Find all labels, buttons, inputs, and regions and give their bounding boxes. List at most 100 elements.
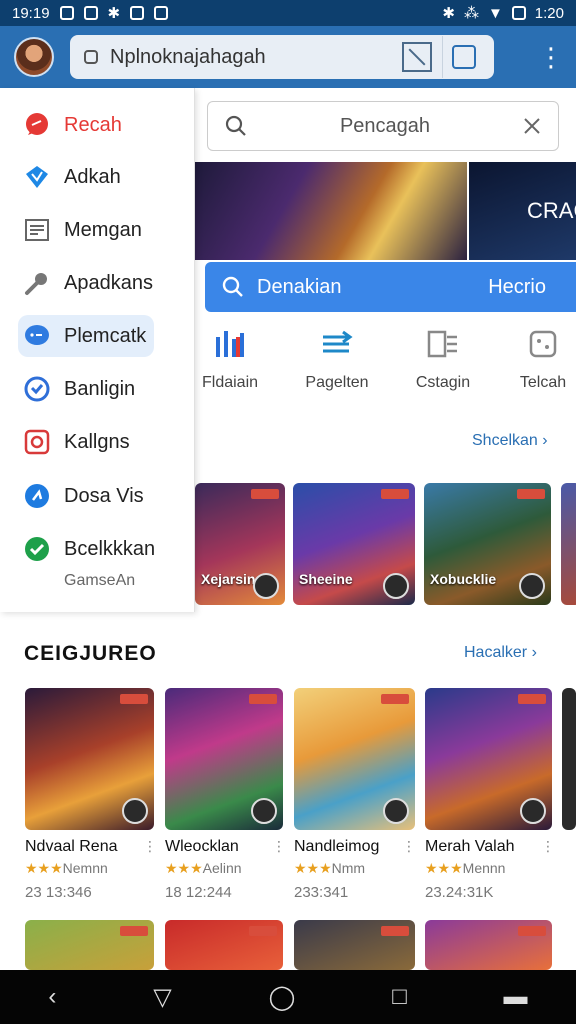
recents-icon[interactable]: ▬ [504,983,528,1011]
flag-icon [24,483,50,509]
game-count: 18 12:244 [165,884,232,901]
drawer-item-label: Adkah [64,165,121,188]
rating-text: Mennn [462,860,506,876]
dice-icon [498,326,576,362]
badge-icon [518,926,546,936]
game-name[interactable]: Merah Valah [425,838,515,856]
home-icon[interactable]: ◯ [269,983,296,1012]
rating-text: Nemnn [62,860,108,876]
game-name[interactable]: Nandleimog [294,838,379,856]
game-card[interactable] [25,920,154,970]
banner-image-2[interactable]: CRAC [469,162,576,260]
quick-link-label: Telcah [519,374,567,391]
drawer-item-5[interactable]: Banligin [18,368,154,410]
drawer-item-6[interactable]: Kallgns [18,421,154,463]
game-card[interactable]: Xejarsin [195,483,285,605]
see-more-link-2[interactable]: Hacalker › [464,644,537,662]
game-card[interactable] [165,920,283,970]
favorite-icon[interactable] [519,573,545,599]
chevron-right-icon: › [531,644,537,661]
main-content: Pencagah CRAC Denakian Hecrio Fldaiain P… [195,88,576,970]
status-right-time: 1:20 [534,4,564,22]
url-text[interactable]: Nplnoknajahagah [110,46,402,69]
drawer-item-8[interactable]: Bcelkkkan [18,528,155,570]
share-icon [451,45,476,69]
favorite-icon[interactable] [383,798,409,824]
avatar[interactable] [14,37,54,77]
favorite-icon[interactable] [251,798,277,824]
search-icon [222,276,243,297]
clear-icon[interactable] [522,116,542,136]
game-rating: ★★★Nemnn [25,860,108,877]
drawer-item-2[interactable]: Memgan [18,209,154,251]
search-field[interactable]: Pencagah [207,101,559,151]
game-card[interactable] [425,688,552,830]
hero-banner[interactable]: CRAC [195,162,576,260]
game-card[interactable] [425,920,552,970]
more-options-icon[interactable]: ⋮ [541,838,555,855]
game-card[interactable] [294,688,415,830]
more-options-icon[interactable]: ⋮ [402,838,416,855]
game-card[interactable]: Sheeine [293,483,415,605]
game-card-partial[interactable] [562,688,576,830]
quick-link-0[interactable]: Fldaiain [195,326,275,392]
quick-link-2[interactable]: Cstagin [398,326,488,392]
game-rating: ★★★Aelinn [165,860,242,877]
search-icon [225,115,246,136]
favorite-icon[interactable] [383,573,409,599]
game-name[interactable]: Ndvaal Rena [25,838,118,856]
game-card[interactable] [25,688,154,830]
tab-switch-icon[interactable] [402,42,432,72]
drawer-item-0[interactable]: Recah [18,104,154,146]
record-icon [24,429,50,455]
drawer-item-label: Kallgns [64,430,130,453]
game-card-title: Xejarsin [201,571,256,587]
badge-icon [517,489,545,499]
game-card[interactable]: Xobucklie [424,483,551,605]
drawer-item-label: Plemcatk [64,324,147,347]
vibrate-icon: ⁂ [463,5,479,22]
badge-icon [120,694,148,704]
drawer-item-label: Recah [64,113,122,136]
game-card-title: Sheeine [299,571,353,587]
favorite-icon[interactable] [122,798,148,824]
game-card[interactable] [294,920,415,970]
favorite-icon[interactable] [253,573,279,599]
see-more-label: Shcelkan [472,432,538,449]
game-card-partial[interactable] [561,483,576,605]
quick-link-1[interactable]: Pagelten [292,326,382,392]
lock-icon [84,50,98,64]
quick-link-label: Pagelten [305,374,369,391]
quick-link-3[interactable]: Telcah [498,326,576,392]
stars-icon: ★★★ [294,860,332,876]
search-action-bar[interactable]: Denakian Hecrio [205,262,576,312]
game-name[interactable]: Wleocklan [165,838,239,856]
status-time: 19:19 [12,4,50,22]
drawer-item-7[interactable]: Dosa Vis [18,475,154,517]
drawer-subtitle: GamseAn [64,572,136,589]
banner-image[interactable] [195,162,467,260]
drawer-item-1[interactable]: Adkah [18,156,154,198]
drawer-item-4[interactable]: Plemcatk [18,315,154,357]
triangle-icon[interactable]: ▽ [153,983,171,1012]
favorite-icon[interactable] [520,798,546,824]
back-icon[interactable]: ‹ [48,983,56,1011]
checklist-icon [398,326,488,362]
browser-toolbar: Nplnoknajahagah ⋮ [0,26,576,88]
game-count: 23.24:31K [425,884,494,901]
square-icon[interactable]: □ [392,983,407,1011]
more-options-icon[interactable]: ⋮ [143,838,157,855]
more-menu-icon[interactable]: ⋮ [538,44,564,70]
notification-icon [154,6,169,20]
see-more-link-1[interactable]: Shcelkan › [472,432,548,450]
more-options-icon[interactable]: ⋮ [272,838,286,855]
drawer-item-3[interactable]: Apadkans [18,262,154,304]
wifi-icon: ▼ [487,4,503,22]
photo-icon [83,6,98,20]
share-button[interactable] [442,36,484,78]
quick-link-label: Fldaiain [201,374,259,391]
game-card[interactable] [165,688,283,830]
address-bar[interactable]: Nplnoknajahagah [70,35,494,79]
search-text[interactable]: Pencagah [248,115,522,138]
action-right-label[interactable]: Hecrio [488,276,546,299]
